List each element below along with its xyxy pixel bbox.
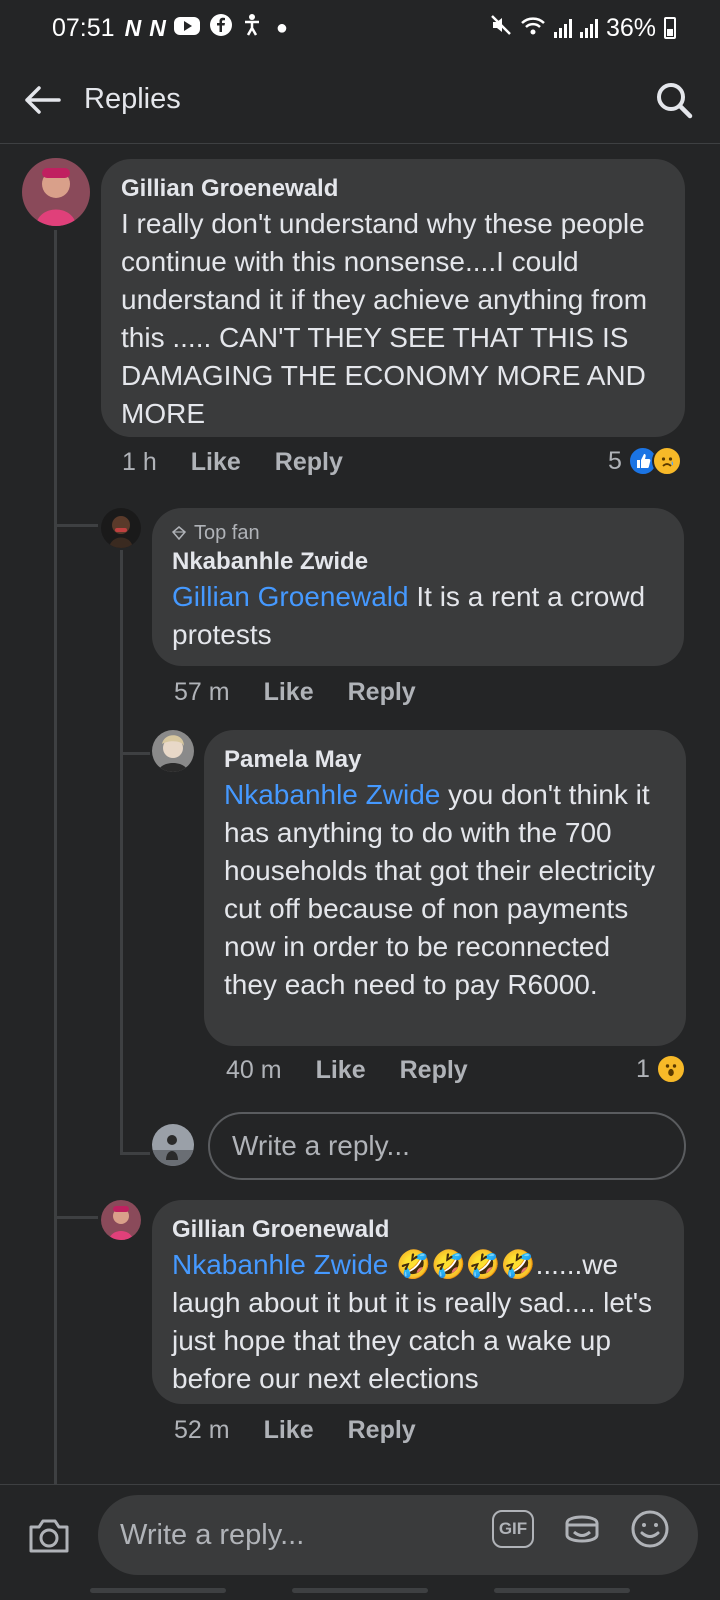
reaction-count: 5 xyxy=(608,446,622,475)
comment-bubble[interactable]: Gillian Groenewald I really don't unders… xyxy=(101,159,685,437)
comment-body: you don't think it has anything to do wi… xyxy=(224,779,656,1000)
like-button[interactable]: Like xyxy=(264,678,314,707)
sticker-icon xyxy=(565,1515,599,1543)
reply-thread: Gillian Groenewald I really don't unders… xyxy=(0,144,720,1484)
thread-connector-4 xyxy=(54,1216,98,1219)
system-nav-bar xyxy=(0,1584,720,1600)
sad-icon xyxy=(651,446,682,476)
comment-actions: 57 m Like Reply xyxy=(174,678,416,707)
signal-icon xyxy=(553,18,572,38)
youtube-icon xyxy=(173,14,200,43)
accessibility-icon xyxy=(242,13,262,44)
reaction-count: 1 xyxy=(636,1054,650,1083)
thread-line-main xyxy=(54,230,57,1484)
comment-actions: 40 m Like Reply xyxy=(226,1056,468,1085)
facebook-icon xyxy=(209,13,232,43)
back-button[interactable] xyxy=(0,56,84,144)
avatar-gillian-groenewald[interactable] xyxy=(22,158,90,226)
more-notifications-dot-icon: ● xyxy=(275,16,288,39)
app-header: Replies xyxy=(0,56,720,144)
avatar-nkabanhle-zwide[interactable] xyxy=(101,508,141,548)
like-button[interactable]: Like xyxy=(316,1056,366,1085)
camera-button[interactable] xyxy=(24,1511,74,1561)
mention-link[interactable]: Gillian Groenewald xyxy=(172,581,409,612)
nav-recents-hint[interactable] xyxy=(90,1588,226,1593)
status-left: 07:51 N N ● xyxy=(52,13,288,44)
sticker-button[interactable] xyxy=(560,1507,604,1551)
emoji-icon xyxy=(631,1510,669,1548)
gif-button[interactable]: GIF xyxy=(492,1510,534,1548)
reaction-summary[interactable]: 1 xyxy=(636,1054,686,1084)
comment-actions: 52 m Like Reply xyxy=(174,1416,416,1445)
comment-time: 40 m xyxy=(226,1056,282,1084)
wow-icon xyxy=(655,1054,686,1084)
comment-author[interactable]: Gillian Groenewald xyxy=(121,173,665,205)
nav-home-hint[interactable] xyxy=(292,1588,428,1593)
reply-button[interactable]: Reply xyxy=(400,1056,468,1085)
status-right: 36% xyxy=(490,14,676,43)
inline-reply-input[interactable]: Write a reply... xyxy=(208,1112,686,1180)
reply-button[interactable]: Reply xyxy=(275,448,343,477)
diamond-icon xyxy=(172,526,186,540)
battery-percent: 36% xyxy=(605,13,656,42)
nav-back-hint[interactable] xyxy=(494,1588,630,1593)
comment-time: 52 m xyxy=(174,1416,230,1444)
camera-icon xyxy=(29,1519,69,1553)
avatar-pamela-may[interactable] xyxy=(152,730,194,772)
signal-icon-2 xyxy=(579,18,598,38)
avatar-gillian-groenewald[interactable] xyxy=(101,1200,141,1240)
mention-link[interactable]: Nkabanhle Zwide xyxy=(172,1249,388,1280)
comment-bubble[interactable]: Gillian Groenewald Nkabanhle Zwide 🤣🤣🤣🤣.… xyxy=(152,1200,684,1404)
reply-button[interactable]: Reply xyxy=(348,678,416,707)
battery-icon xyxy=(664,17,676,39)
reaction-summary[interactable]: 5 xyxy=(608,446,682,476)
page-title: Replies xyxy=(84,83,181,115)
composer-placeholder: Write a reply... xyxy=(120,1518,305,1551)
thread-connector-1 xyxy=(54,524,98,527)
like-button[interactable]: Like xyxy=(264,1416,314,1445)
comment-author[interactable]: Gillian Groenewald xyxy=(172,1214,664,1246)
laugh-emoji: 🤣🤣🤣🤣 xyxy=(396,1249,536,1280)
comment-text: I really don't understand why these peop… xyxy=(121,208,648,429)
notification-n-icon-2: N xyxy=(149,14,166,41)
comment-bubble[interactable]: Pamela May Nkabanhle Zwide you don't thi… xyxy=(204,730,686,1046)
mute-icon xyxy=(490,14,512,43)
like-button[interactable]: Like xyxy=(191,448,241,477)
comment-author[interactable]: Pamela May xyxy=(224,744,666,776)
composer-input[interactable]: Write a reply... xyxy=(98,1495,698,1575)
reply-composer: Write a reply... GIF xyxy=(0,1484,720,1600)
thread-connector-2 xyxy=(120,752,150,755)
comment-actions: 1 h Like Reply xyxy=(122,448,343,477)
comment-text: Nkabanhle Zwide 🤣🤣🤣🤣......we laugh about… xyxy=(172,1246,664,1398)
status-time: 07:51 xyxy=(52,13,115,42)
notification-n-icon: N xyxy=(124,14,142,41)
search-icon xyxy=(657,82,693,118)
reply-button[interactable]: Reply xyxy=(348,1416,416,1445)
comment-time: 1 h xyxy=(122,448,157,476)
comment-author[interactable]: Nkabanhle Zwide xyxy=(172,546,664,578)
current-user-avatar xyxy=(152,1124,194,1166)
comment-text: Nkabanhle Zwide you don't think it has a… xyxy=(224,776,666,1004)
top-fan-label: Top fan xyxy=(194,522,260,544)
wifi-icon xyxy=(520,14,546,43)
mention-link[interactable]: Nkabanhle Zwide xyxy=(224,779,440,810)
back-arrow-icon xyxy=(25,85,61,114)
comment-time: 57 m xyxy=(174,678,230,706)
comment-bubble[interactable]: Top fan Nkabanhle Zwide Gillian Groenewa… xyxy=(152,508,684,666)
comment-text: Gillian Groenewald It is a rent a crowd … xyxy=(172,578,664,654)
emoji-button[interactable] xyxy=(628,1507,672,1551)
top-fan-badge: Top fan xyxy=(172,520,664,546)
status-bar: 07:51 N N ● 36% xyxy=(0,0,720,56)
thread-line-nested xyxy=(120,550,123,1154)
search-button[interactable] xyxy=(628,56,720,144)
thread-connector-3 xyxy=(120,1152,150,1155)
